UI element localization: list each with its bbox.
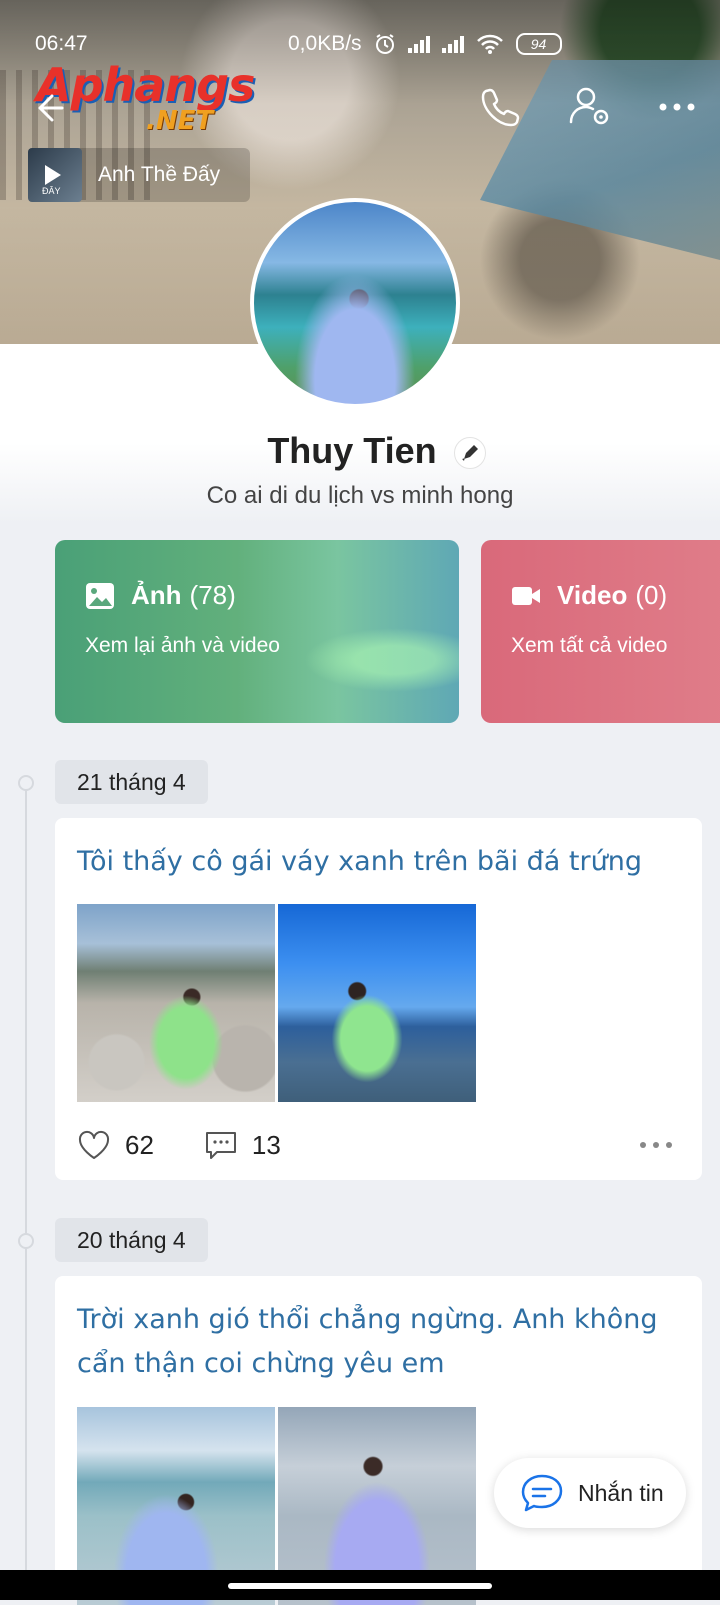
post-card[interactable]: Trời xanh gió thổi chẳng ngừng. Anh khôn…: [55, 1276, 702, 1605]
signal-icon-2: [441, 35, 464, 53]
watermark-logo-sub: .NET: [146, 106, 214, 136]
comment-button[interactable]: 13: [204, 1129, 281, 1161]
status-indicators: 0,0KB/s 94: [288, 32, 562, 56]
chat-bubble-icon: [521, 1474, 563, 1512]
signal-icon: [407, 35, 430, 53]
play-icon: [45, 165, 61, 185]
photos-subtitle: Xem lại ảnh và video: [85, 634, 280, 657]
user-settings-icon[interactable]: [568, 84, 614, 130]
like-button[interactable]: 62: [77, 1129, 154, 1161]
post-text: Trời xanh gió thổi chẳng ngừng. Anh khôn…: [77, 1304, 658, 1379]
videos-album-card[interactable]: Video (0) Xem tất cả video: [481, 540, 720, 723]
like-count: 62: [125, 1129, 154, 1160]
music-thumbnail: ĐÂY: [28, 148, 82, 202]
post-photo[interactable]: [77, 904, 275, 1102]
profile-name-text: Thuy Tien: [267, 430, 437, 471]
edit-name-button[interactable]: [454, 437, 486, 469]
music-thumb-label: ĐÂY: [42, 186, 61, 196]
videos-card-title: Video (0): [511, 580, 667, 611]
image-icon: [86, 582, 114, 609]
videos-label: Video: [557, 580, 628, 610]
photos-label: Ảnh: [131, 580, 182, 610]
videos-count: (0): [635, 580, 668, 610]
profile-name: Thuy Tien: [0, 430, 720, 472]
home-indicator[interactable]: [228, 1583, 492, 1589]
pencil-icon: [462, 445, 478, 461]
photos-count: (78): [189, 580, 236, 610]
post-text: Tôi thấy cô gái váy xanh trên bãi đá trứ…: [77, 846, 642, 877]
more-horizontal-icon[interactable]: [654, 84, 700, 130]
wifi-icon: [476, 34, 503, 54]
photos-card-title: Ảnh (78): [85, 580, 236, 611]
photos-album-card[interactable]: Ảnh (78) Xem lại ảnh và video: [55, 540, 459, 723]
videos-subtitle: Xem tất cả video: [511, 634, 668, 657]
post-date-chip: 20 tháng 4: [55, 1218, 208, 1262]
network-speed: 0,0KB/s: [288, 32, 362, 55]
video-camera-icon: [512, 586, 540, 605]
comment-icon: [205, 1132, 236, 1159]
phone-icon[interactable]: [478, 84, 524, 130]
post-date-chip: 21 tháng 4: [55, 760, 208, 804]
heart-icon: [78, 1130, 110, 1159]
alarm-icon: [375, 34, 394, 54]
send-message-button[interactable]: Nhắn tin: [494, 1458, 686, 1528]
post-actions: 62 13: [77, 1125, 331, 1165]
status-time: 06:47: [35, 32, 88, 55]
profile-bio: Co ai di du lịch vs minh hong: [206, 482, 514, 509]
music-title: Anh Thề Đấy: [98, 163, 221, 186]
send-message-label: Nhắn tin: [578, 1479, 664, 1506]
battery-indicator: 94: [515, 33, 562, 55]
avatar[interactable]: [250, 198, 460, 408]
back-arrow-icon[interactable]: [28, 88, 68, 128]
timeline-line: [25, 782, 27, 1600]
profile-music-chip[interactable]: ĐÂY Anh Thề Đấy: [28, 148, 250, 202]
comment-count: 13: [251, 1129, 281, 1160]
timeline-dot: [18, 1233, 34, 1249]
timeline-dot: [18, 775, 34, 791]
post-photo[interactable]: [278, 904, 476, 1102]
post-more-icon[interactable]: [638, 1139, 674, 1151]
post-card[interactable]: Tôi thấy cô gái váy xanh trên bãi đá trứ…: [55, 818, 702, 1180]
watermark-logo: Aphangs: [36, 58, 255, 112]
